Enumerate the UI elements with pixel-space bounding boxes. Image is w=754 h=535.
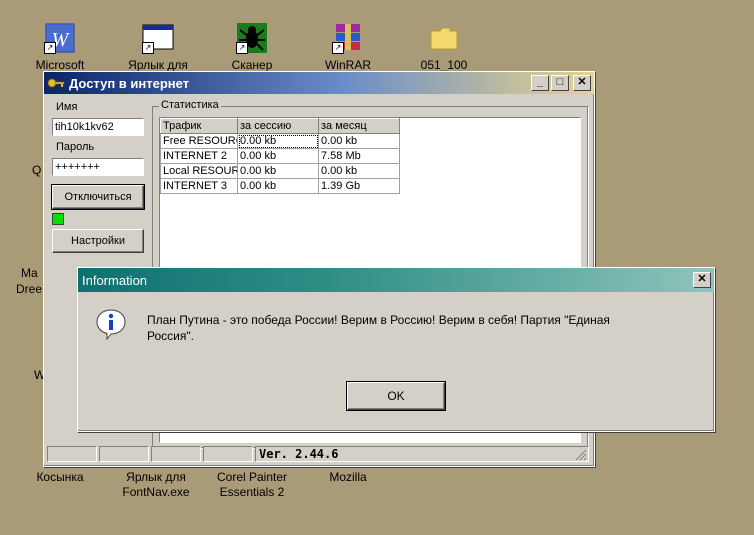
desktop-icon-label: Corel Painter [216,470,288,484]
statistics-group-label: Статистика [159,99,221,111]
shortcut-window-icon: ↗ [142,22,174,54]
dialog-title: Information [82,272,148,288]
dialog-message: План Путина - это победа России! Верим в… [147,312,707,344]
column-header-month[interactable]: за месяц [318,118,400,134]
table-cell: 0.00 kb [237,163,319,179]
ok-button-label: OK [387,389,405,403]
table-row[interactable]: INTERNET 2 0.00 kb 7.58 Mb [160,148,400,164]
desktop-icon-scanner[interactable]: ↗ Сканер [207,22,297,73]
table-cell: 0.00 kb [318,133,400,149]
desktop-icon-fontnav[interactable]: Ярлык для FontNav.exe [111,470,201,500]
desktop-icon-word[interactable]: W ↗ Microsoft [15,22,105,73]
desktop-icon-winrar[interactable]: ↗ WinRAR [303,22,393,73]
shortcut-arrow-icon: ↗ [236,42,248,54]
winrar-icon: ↗ [332,22,364,54]
name-field[interactable]: tih10k1kv62 [52,118,144,136]
close-button[interactable]: ✕ [573,75,591,91]
password-field[interactable]: +++++++ [52,158,144,176]
ok-button[interactable]: OK [346,381,446,411]
desktop-icon-solitaire[interactable]: Косынка [15,470,105,485]
word-icon: W ↗ [44,22,76,54]
info-icon [95,308,127,341]
table-row[interactable]: Free RESOURCES 0.00 kb 0.00 kb [160,133,400,149]
table-cell: 0.00 kb [237,178,319,194]
disconnect-button[interactable]: Отключиться [51,184,145,210]
dialog-message-line: Россия". [147,329,194,343]
password-label: Пароль [56,141,95,153]
folder-icon [428,22,460,54]
table-cell: Local RESOURCES [160,163,238,179]
resize-grip-icon[interactable] [575,449,587,461]
dialog-close-button[interactable]: ✕ [693,272,711,288]
column-header-session[interactable]: за сессию [237,118,319,134]
desktop-label-fragment: Q [32,163,42,177]
statistics-table: Трафик за сессию за месяц Free RESOURCES… [160,118,400,194]
table-cell: 1.39 Gb [318,178,400,194]
table-row[interactable]: Local RESOURCES 0.00 kb 0.00 kb [160,163,400,179]
shortcut-arrow-icon: ↗ [332,42,344,54]
desktop-icon-label-2: Essentials 2 [219,485,285,499]
table-cell: 0.00 kb [237,133,319,149]
table-cell: 0.00 kb [237,148,319,164]
column-header-traffic[interactable]: Трафик [160,118,238,134]
information-dialog: Information ✕ План Путина - это победа Р… [77,267,715,432]
dialog-titlebar[interactable]: Information ✕ [78,268,714,292]
table-cell: INTERNET 3 [160,178,238,194]
version-panel: Ver. 2.44.6 [255,446,589,462]
table-cell: 7.58 Mb [318,148,400,164]
desktop-icon-folder[interactable]: 051_100 [399,22,489,73]
status-panel [151,446,201,462]
key-icon [47,75,65,91]
connection-status-indicator [52,213,64,225]
table-cell: 0.00 kb [318,163,400,179]
shortcut-arrow-icon: ↗ [142,42,154,54]
desktop-icon-label: Косынка [36,470,84,484]
desktop-icon-label: Mozilla [329,470,367,484]
status-panel [203,446,253,462]
maximize-button[interactable]: □ [551,75,569,91]
status-panel [47,446,97,462]
name-label: Имя [56,101,78,113]
desktop-label-fragment: Dree [16,282,43,296]
status-bar: Ver. 2.44.6 [47,446,589,462]
table-cell: Free RESOURCES [160,133,238,149]
window-titlebar[interactable]: Доступ в интернет _ □ ✕ [44,72,594,94]
shortcut-arrow-icon: ↗ [44,42,56,54]
desktop-icon-label: Ярлык для [126,470,186,484]
status-panel [99,446,149,462]
desktop-icon-label-2: FontNav.exe [122,485,190,499]
desktop-icon-mozilla[interactable]: Mozilla [303,470,393,485]
dialog-message-line: План Путина - это победа России! Верим в… [147,313,610,327]
scanner-spider-icon: ↗ [236,22,268,54]
desktop-icon-corel-painter[interactable]: Corel Painter Essentials 2 [207,470,297,500]
settings-button[interactable]: Настройки [52,229,144,253]
desktop-label-fragment: Ma [21,266,38,280]
desktop-icon-shortcut[interactable]: ↗ Ярлык для [113,22,203,73]
minimize-button[interactable]: _ [531,75,549,91]
table-cell: INTERNET 2 [160,148,238,164]
table-row[interactable]: INTERNET 3 0.00 kb 1.39 Gb [160,178,400,194]
window-title: Доступ в интернет [69,75,190,91]
